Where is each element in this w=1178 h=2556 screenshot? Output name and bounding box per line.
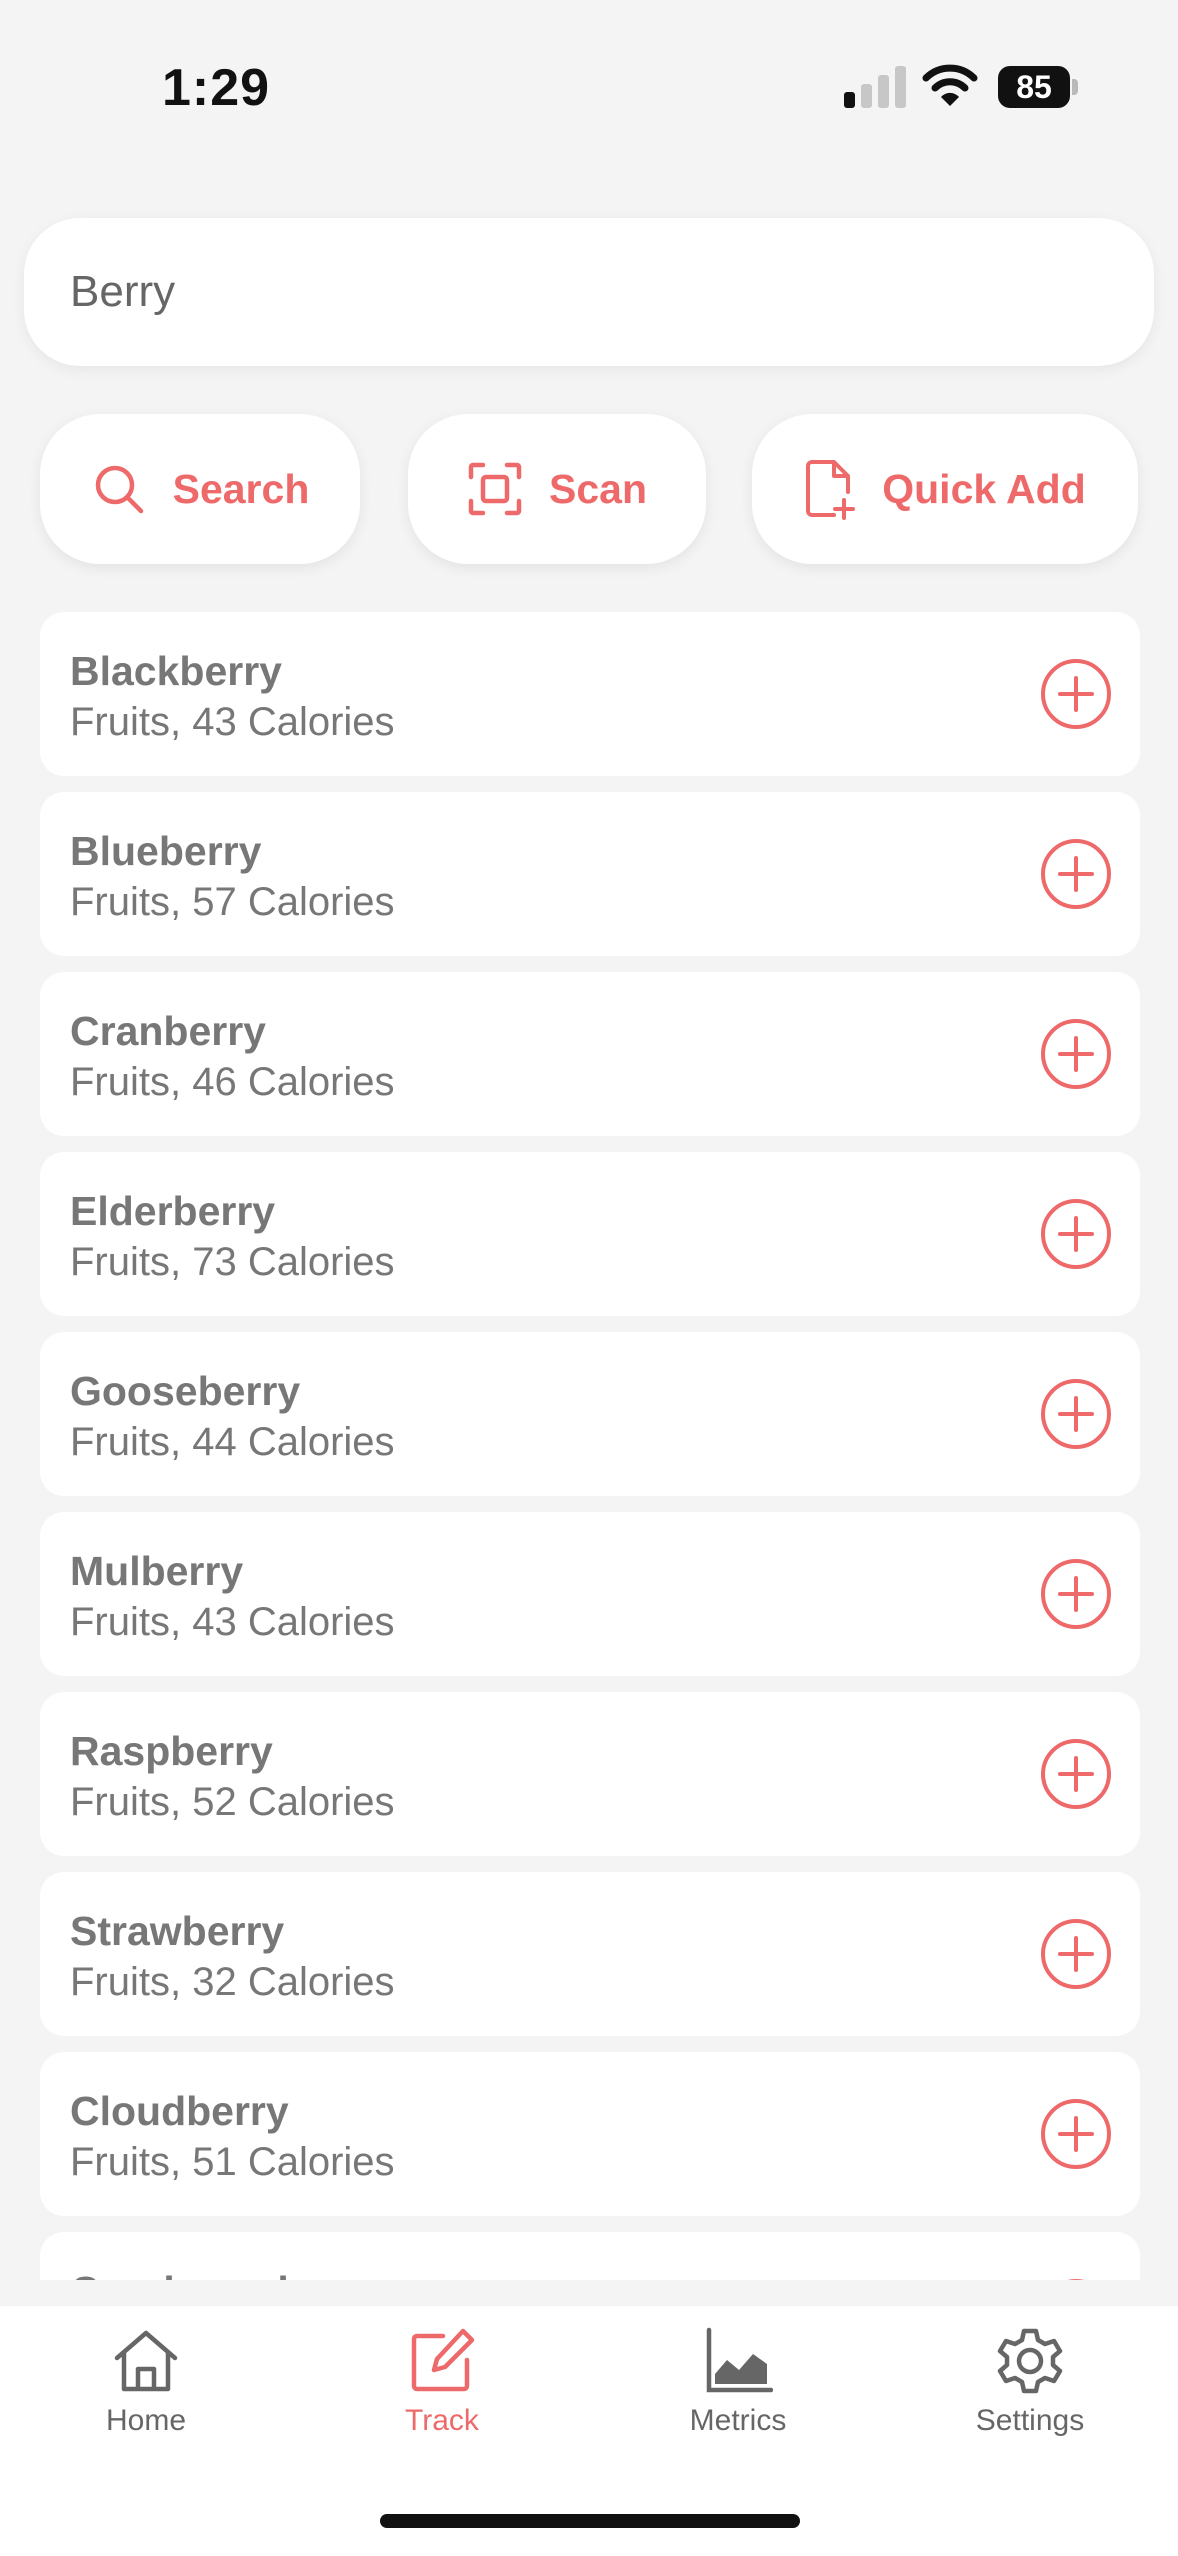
add-circle-icon[interactable] [1040, 2278, 1112, 2280]
wifi-icon [922, 64, 978, 106]
food-description: Fruits, 73 Calories [70, 1240, 395, 1284]
food-item-strawberry[interactable]: Strawberry Fruits, 32 Calories [40, 1872, 1140, 2036]
add-circle-icon[interactable] [1040, 1378, 1112, 1450]
food-name: Elderberry [70, 1188, 276, 1234]
food-name: Strawberry [70, 1908, 285, 1954]
food-name: Cranberry beans [70, 2268, 396, 2280]
gear-icon [997, 2328, 1063, 2394]
battery-icon: 85 [998, 66, 1078, 108]
add-circle-icon[interactable] [1040, 1558, 1112, 1630]
food-name: Mulberry [70, 1548, 244, 1594]
chart-icon [706, 2327, 773, 2393]
food-item-raspberry[interactable]: Raspberry Fruits, 52 Calories [40, 1692, 1140, 1856]
screen: 1:29 85 Search Scan [0, 0, 1178, 2556]
status-time: 1:29 [162, 59, 271, 117]
food-description: Fruits, 43 Calories [70, 700, 395, 744]
add-circle-icon[interactable] [1040, 1018, 1112, 1090]
food-description: Fruits, 52 Calories [70, 1780, 395, 1824]
food-list[interactable]: Blackberry Fruits, 43 Calories Blueberry… [40, 612, 1140, 2280]
add-circle-icon[interactable] [1040, 1918, 1112, 1990]
food-description: Fruits, 57 Calories [70, 880, 395, 924]
tab-home[interactable]: Home [46, 2326, 246, 2456]
scan-button-label: Scan [549, 465, 647, 512]
food-description: Fruits, 46 Calories [70, 1060, 395, 1104]
tab-metrics[interactable]: Metrics [638, 2326, 838, 2456]
tab-home-label: Home [105, 2404, 187, 2437]
food-name: Cloudberry [70, 2088, 289, 2134]
food-item-cloudberry[interactable]: Cloudberry Fruits, 51 Calories [40, 2052, 1140, 2216]
scan-icon [468, 462, 522, 516]
food-item-gooseberry[interactable]: Gooseberry Fruits, 44 Calories [40, 1332, 1140, 1496]
add-circle-icon[interactable] [1040, 2098, 1112, 2170]
food-description: Fruits, 44 Calories [70, 1420, 395, 1464]
scan-button[interactable]: Scan [408, 414, 706, 564]
food-name: Cranberry [70, 1008, 266, 1054]
food-name: Gooseberry [70, 1368, 301, 1414]
status-bar: 1:29 85 [0, 0, 1178, 170]
tab-settings-label: Settings [975, 2404, 1085, 2437]
food-description: Fruits, 32 Calories [70, 1960, 395, 2004]
tab-settings[interactable]: Settings [930, 2326, 1130, 2456]
edit-icon [411, 2328, 475, 2392]
search-icon [95, 465, 143, 514]
food-item-cranberry[interactable]: Cranberry Fruits, 46 Calories [40, 972, 1140, 1136]
add-circle-icon[interactable] [1040, 1198, 1112, 1270]
add-circle-icon[interactable] [1040, 1738, 1112, 1810]
food-name: Blackberry [70, 648, 282, 694]
search-button[interactable]: Search [40, 414, 360, 564]
food-item-blueberry[interactable]: Blueberry Fruits, 57 Calories [40, 792, 1140, 956]
food-description: Fruits, 51 Calories [70, 2140, 395, 2184]
add-circle-icon[interactable] [1040, 838, 1112, 910]
tab-track-label: Track [405, 2404, 479, 2437]
food-item-blackberry[interactable]: Blackberry Fruits, 43 Calories [40, 612, 1140, 776]
file-add-icon [806, 460, 856, 520]
quick-add-button-label: Quick Add [882, 465, 1086, 512]
food-item-cranberry-beans[interactable]: Cranberry beans [40, 2232, 1140, 2280]
food-name: Raspberry [70, 1728, 273, 1774]
food-name: Blueberry [70, 828, 262, 874]
tab-track[interactable]: Track [342, 2326, 542, 2456]
search-input[interactable] [70, 267, 1070, 317]
search-button-label: Search [172, 465, 310, 512]
add-circle-icon[interactable] [1040, 658, 1112, 730]
quick-add-button[interactable]: Quick Add [752, 414, 1138, 564]
home-indicator [380, 2514, 800, 2528]
search-field[interactable] [24, 218, 1154, 366]
cellular-signal-icon [844, 66, 906, 108]
food-item-elderberry[interactable]: Elderberry Fruits, 73 Calories [40, 1152, 1140, 1316]
battery-level: 85 [998, 66, 1070, 108]
tab-metrics-label: Metrics [689, 2404, 787, 2437]
food-item-mulberry[interactable]: Mulberry Fruits, 43 Calories [40, 1512, 1140, 1676]
home-icon [114, 2330, 178, 2392]
food-description: Fruits, 43 Calories [70, 1600, 395, 1644]
